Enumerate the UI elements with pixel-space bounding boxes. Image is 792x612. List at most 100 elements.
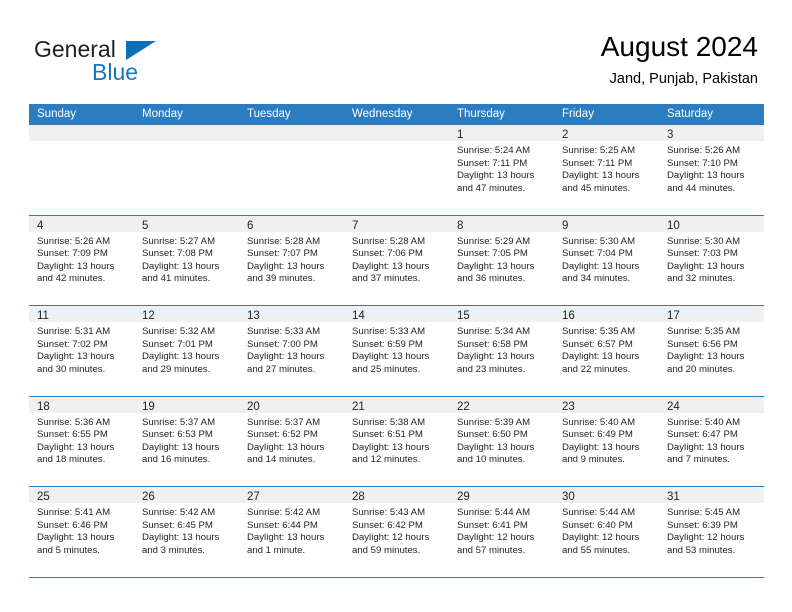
day-number-strip: 19 [134,396,239,413]
calendar-day-cell[interactable]: 15 Sunrise: 5:34 AM Sunset: 6:58 PM Dayligh… [449,306,554,396]
calendar-week-row: 4 Sunrise: 5:26 AM Sunset: 7:09 PM Daylight… [29,215,764,306]
daylight-text-line2: and 42 minutes. [37,273,106,285]
calendar-day-cell[interactable]: 6 Sunrise: 5:28 AM Sunset: 7:07 PM Daylight… [239,215,344,305]
daylight-text-line1: Daylight: 13 hours [142,532,220,544]
calendar-grid: Sunday Monday Tuesday Wednesday Thursday Frid… [29,104,764,578]
calendar-week-row: 11 Sunrise: 5:31 AM Sunset: 7:02 PM Dayligh… [29,306,764,397]
calendar-day-cell[interactable]: 10 Sunrise: 5:30 AM Sunset: 7:03 PM Dayligh… [659,215,764,305]
sunrise-text: Sunrise: 5:42 AM [142,507,216,518]
calendar-day-cell[interactable]: 3 Sunrise: 5:26 AM Sunset: 7:10 PM Daylight… [659,125,764,215]
calendar-day-cell[interactable]: 30 Sunrise: 5:44 AM Sunset: 6:40 PM Dayligh… [554,487,659,577]
day-details: Sunrise: 5:42 AM Sunset: 6:44 PM Daylight:… [239,503,344,557]
day-number: 25 [37,491,50,503]
day-details: Sunrise: 5:25 AM Sunset: 7:11 PM Daylight:… [554,141,659,195]
calendar-day-cell[interactable]: 29 Sunrise: 5:44 AM Sunset: 6:41 PM Dayligh… [449,487,554,577]
sunrise-text: Sunrise: 5:39 AM [457,416,531,428]
sunset-text: Sunset: 7:04 PM [562,248,633,260]
sunrise-text: Sunrise: 5:28 AM [352,235,426,247]
sunset-text: Sunset: 7:00 PM [247,338,318,350]
calendar-day-cell[interactable]: 31 Sunrise: 5:45 AM Sunset: 6:39 PM Dayligh… [659,487,764,577]
daylight-text-line2: and 45 minutes. [562,182,631,194]
title-block: August 2024 Jand, Punjab, Pakistan [601,30,758,89]
day-details: Sunrise: 5:26 AM Sunset: 7:10 PM Daylight:… [659,141,764,195]
calendar-day-cell[interactable]: 27 Sunrise: 5:42 AM Sunset: 6:44 PM Dayligh… [239,487,344,577]
day-number-strip: 24 [659,396,764,413]
day-details: Sunrise: 5:45 AM Sunset: 6:39 PM Daylight:… [659,503,764,557]
day-number: 29 [457,491,470,503]
brand-logo[interactable]: General Blue [34,36,254,92]
calendar-day-cell-empty [239,125,344,215]
day-number-strip: 2 [554,125,659,141]
calendar-day-cell[interactable]: 28 Sunrise: 5:43 AM Sunset: 6:42 PM Dayligh… [344,487,449,577]
page-subtitle: Jand, Punjab, Pakistan [609,71,758,87]
day-number-strip: 29 [449,487,554,503]
weekday-header-tuesday: Tuesday [247,108,291,120]
day-details: Sunrise: 5:37 AM Sunset: 6:52 PM Daylight:… [239,413,344,467]
daylight-text-line1: Daylight: 13 hours [352,351,430,363]
calendar-day-cell[interactable]: 17 Sunrise: 5:35 AM Sunset: 6:56 PM Dayligh… [659,306,764,396]
sunrise-text: Sunrise: 5:27 AM [142,235,216,247]
day-number-strip: 4 [29,215,134,232]
sunset-text: Sunset: 6:59 PM [352,338,423,350]
calendar-day-cell[interactable]: 26 Sunrise: 5:42 AM Sunset: 6:45 PM Dayligh… [134,487,239,577]
daylight-text-line1: Daylight: 12 hours [562,532,640,544]
calendar-day-cell[interactable]: 2 Sunrise: 5:25 AM Sunset: 7:11 PM Daylight… [554,125,659,215]
sunset-text: Sunset: 7:05 PM [457,248,528,260]
sunrise-text: Sunrise: 5:30 AM [562,235,636,247]
calendar-day-cell[interactable]: 21 Sunrise: 5:38 AM Sunset: 6:51 PM Dayligh… [344,396,449,486]
calendar-day-cell[interactable]: 24 Sunrise: 5:40 AM Sunset: 6:47 PM Dayligh… [659,396,764,486]
calendar-day-cell[interactable]: 19 Sunrise: 5:37 AM Sunset: 6:53 PM Dayligh… [134,396,239,486]
sunrise-text: Sunrise: 5:44 AM [562,507,636,518]
sunrise-text: Sunrise: 5:43 AM [352,507,426,518]
daylight-text-line2: and 37 minutes. [352,273,421,285]
daylight-text-line1: Daylight: 13 hours [247,532,325,544]
calendar-day-cell[interactable]: 7 Sunrise: 5:28 AM Sunset: 7:06 PM Daylight… [344,215,449,305]
day-number-strip: 27 [239,487,344,503]
weekday-header-friday: Friday [562,108,594,120]
sunset-text: Sunset: 7:07 PM [247,248,318,260]
day-number-strip: 8 [449,215,554,232]
calendar-day-cell[interactable]: 13 Sunrise: 5:33 AM Sunset: 7:00 PM Dayligh… [239,306,344,396]
day-number: 4 [37,219,44,232]
calendar-day-cell[interactable]: 11 Sunrise: 5:31 AM Sunset: 7:02 PM Dayligh… [29,306,134,396]
day-number-strip [344,125,449,141]
calendar-day-cell[interactable]: 4 Sunrise: 5:26 AM Sunset: 7:09 PM Daylight… [29,215,134,305]
day-number-strip [134,125,239,141]
day-number: 11 [37,310,49,322]
daylight-text-line1: Daylight: 13 hours [562,351,640,363]
calendar-day-cell[interactable]: 18 Sunrise: 5:36 AM Sunset: 6:55 PM Dayligh… [29,396,134,486]
calendar-day-cell[interactable]: 22 Sunrise: 5:39 AM Sunset: 6:50 PM Dayligh… [449,396,554,486]
day-number: 2 [562,129,569,141]
calendar-day-cell[interactable]: 23 Sunrise: 5:40 AM Sunset: 6:49 PM Dayligh… [554,396,659,486]
calendar-day-cell[interactable]: 16 Sunrise: 5:35 AM Sunset: 6:57 PM Dayligh… [554,306,659,396]
daylight-text-line1: Daylight: 13 hours [37,351,115,363]
calendar-day-cell[interactable]: 20 Sunrise: 5:37 AM Sunset: 6:52 PM Dayligh… [239,396,344,486]
calendar-day-cell[interactable]: 14 Sunrise: 5:33 AM Sunset: 6:59 PM Dayligh… [344,306,449,396]
day-details: Sunrise: 5:31 AM Sunset: 7:02 PM Daylight:… [29,322,134,376]
daylight-text-line2: and 34 minutes. [562,273,631,285]
daylight-text-line2: and 23 minutes. [457,363,526,375]
sunset-text: Sunset: 6:57 PM [562,338,633,350]
day-details [29,141,134,145]
sunrise-text: Sunrise: 5:44 AM [457,507,531,518]
daylight-text-line1: Daylight: 13 hours [142,260,220,272]
calendar-day-cell[interactable]: 8 Sunrise: 5:29 AM Sunset: 7:05 PM Daylight… [449,215,554,305]
day-number-strip: 7 [344,215,449,232]
calendar-day-cell[interactable]: 25 Sunrise: 5:41 AM Sunset: 6:46 PM Dayligh… [29,487,134,577]
sunset-text: Sunset: 6:44 PM [247,519,318,531]
calendar-day-cell-empty [29,125,134,215]
sunrise-text: Sunrise: 5:45 AM [667,507,741,518]
calendar-day-cell[interactable]: 1 Sunrise: 5:24 AM Sunset: 7:11 PM Daylight… [449,125,554,215]
sunrise-text: Sunrise: 5:25 AM [562,145,636,156]
daylight-text-line1: Daylight: 13 hours [562,441,640,453]
calendar-day-cell[interactable]: 5 Sunrise: 5:27 AM Sunset: 7:08 PM Daylight… [134,215,239,305]
calendar-day-cell[interactable]: 12 Sunrise: 5:32 AM Sunset: 7:01 PM Dayligh… [134,306,239,396]
day-number: 9 [562,219,569,232]
daylight-text-line1: Daylight: 13 hours [667,260,745,272]
daylight-text-line1: Daylight: 13 hours [37,532,115,544]
sunset-text: Sunset: 6:58 PM [457,338,528,350]
calendar-day-cell[interactable]: 9 Sunrise: 5:30 AM Sunset: 7:04 PM Daylight… [554,215,659,305]
daylight-text-line2: and 1 minute. [247,544,306,556]
day-details: Sunrise: 5:44 AM Sunset: 6:40 PM Daylight:… [554,503,659,557]
day-details [134,141,239,145]
